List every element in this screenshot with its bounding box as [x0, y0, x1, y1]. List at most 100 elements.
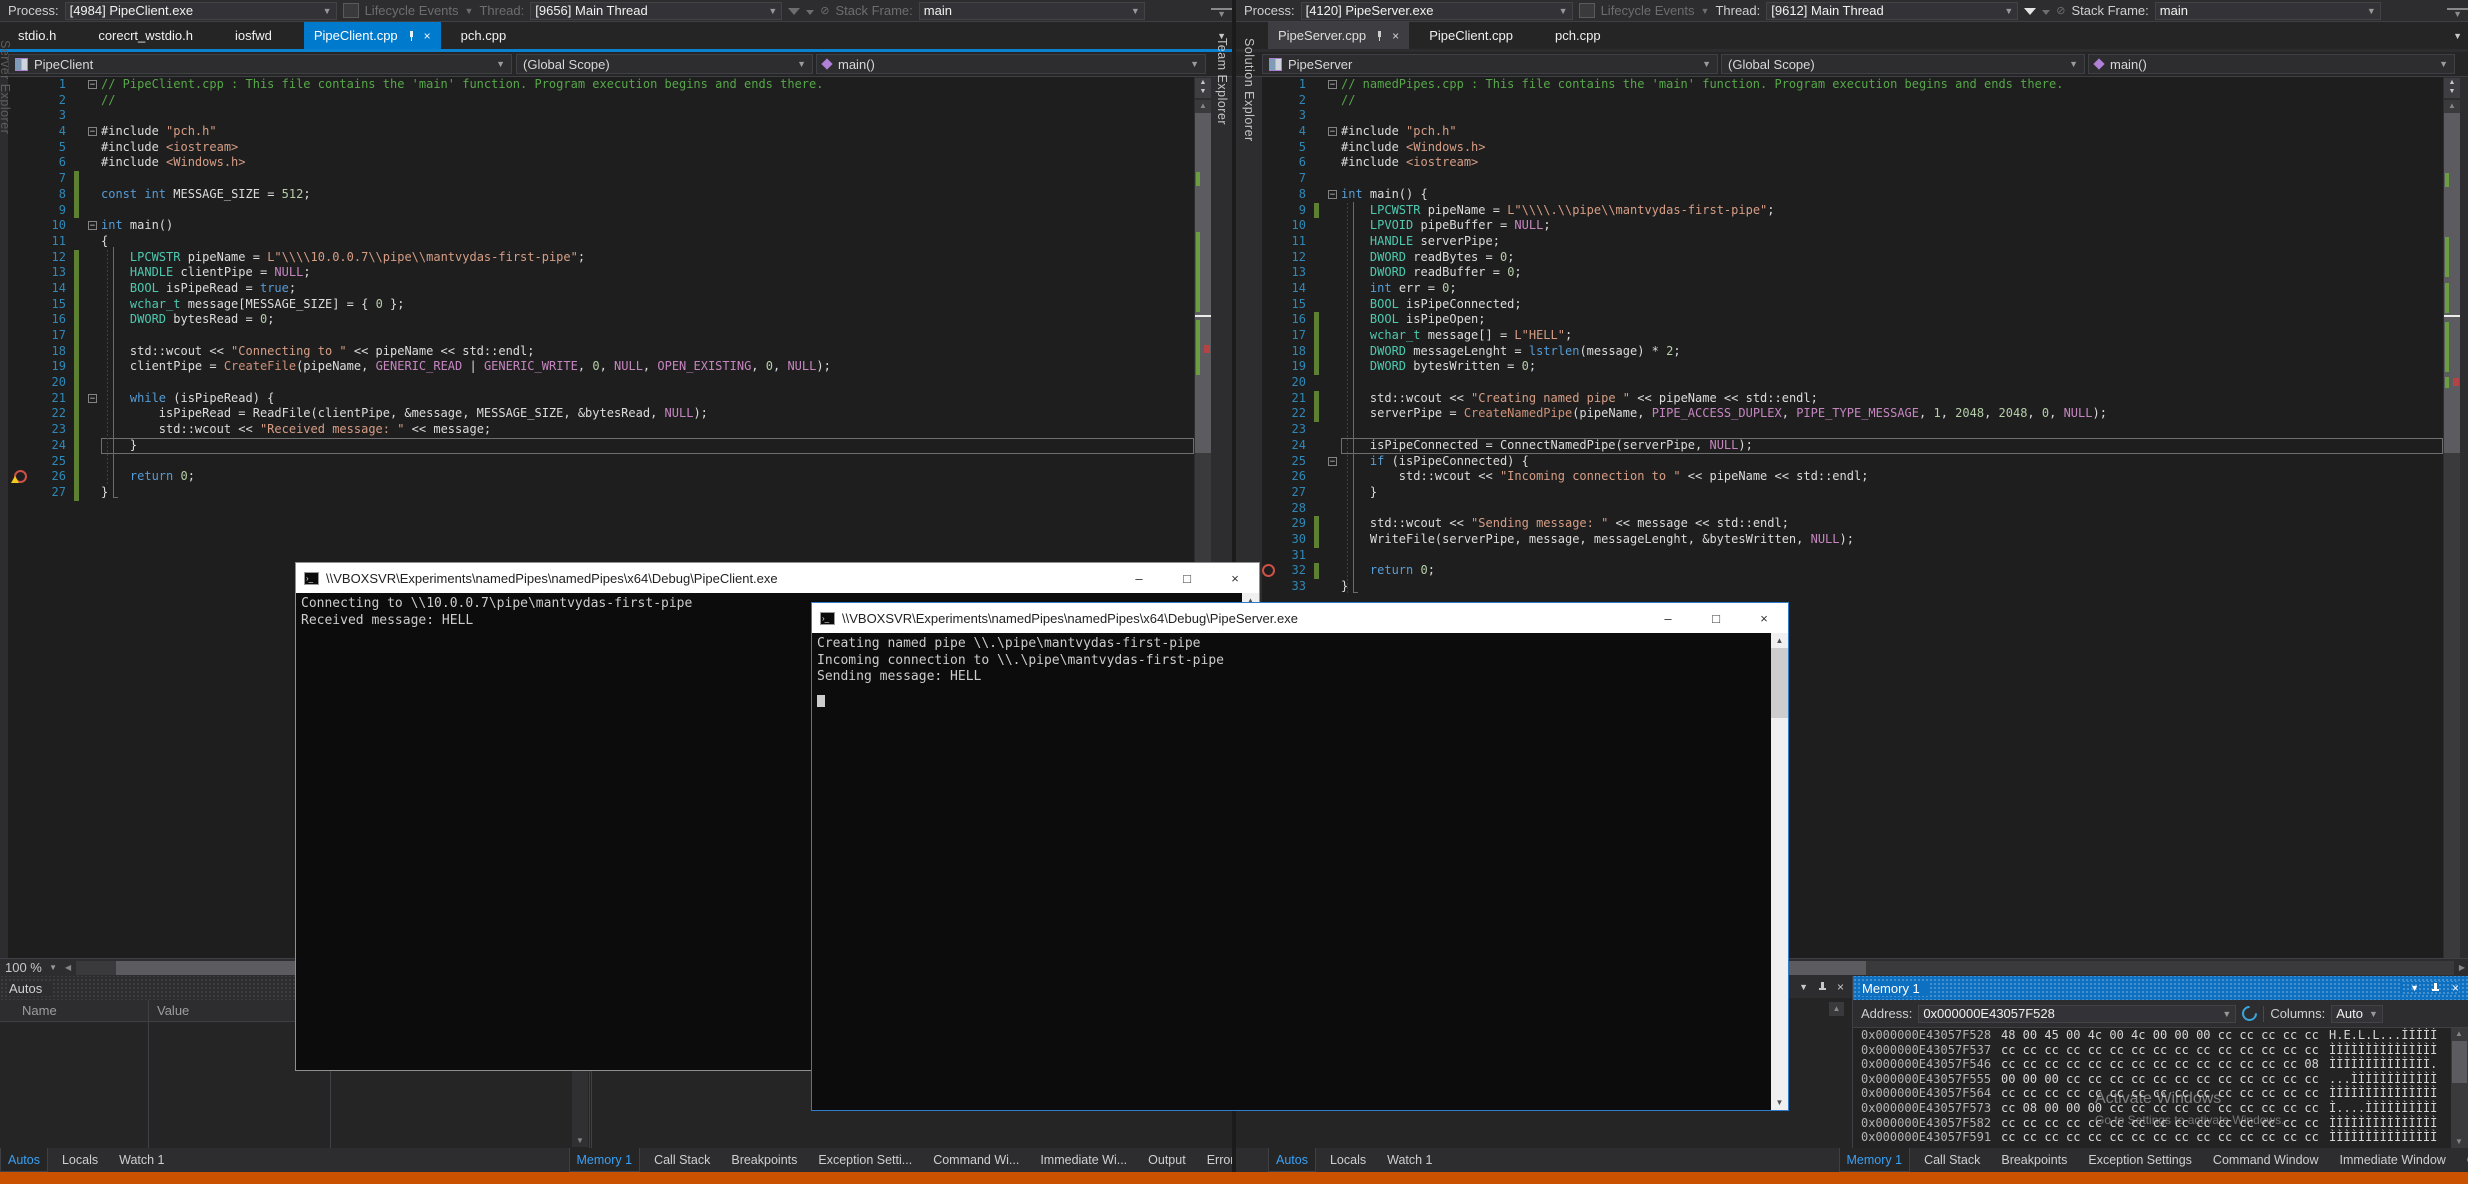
- panel-tab[interactable]: Locals: [55, 1148, 105, 1172]
- document-tab[interactable]: PipeClient.cpp×: [304, 22, 441, 49]
- panel-tab[interactable]: Call Stack: [647, 1148, 717, 1172]
- fold-toggle-icon[interactable]: −: [1328, 127, 1337, 136]
- fold-toggle-icon[interactable]: −: [88, 394, 97, 403]
- process-combo[interactable]: [4120] PipeServer.exe▼: [1301, 2, 1573, 20]
- panel-tab[interactable]: Watch 1: [1380, 1148, 1439, 1172]
- console-window-pipeserver[interactable]: ›_ \\VBOXSVR\Experiments\namedPipes\name…: [812, 603, 1788, 1110]
- stack-frame-combo[interactable]: main▼: [2155, 2, 2381, 20]
- breakpoint-icon[interactable]: [1262, 564, 1275, 577]
- panel-tab[interactable]: Immediate Window: [2333, 1148, 2453, 1172]
- scroll-up-icon[interactable]: ▲: [1829, 1002, 1844, 1016]
- column-value[interactable]: Value: [157, 1003, 189, 1018]
- panel-tab[interactable]: Command Window: [2206, 1148, 2326, 1172]
- maximize-button[interactable]: □: [1163, 563, 1211, 593]
- close-button[interactable]: ×: [1211, 563, 1259, 593]
- refresh-icon[interactable]: [2239, 1003, 2260, 1024]
- fold-toggle-icon[interactable]: −: [88, 80, 97, 89]
- split-editor-handle[interactable]: ▲▼: [2444, 78, 2460, 98]
- document-tab[interactable]: PipeServer.cpp×: [1268, 22, 1409, 49]
- panel-tab[interactable]: Breakpoints: [1994, 1148, 2074, 1172]
- fold-toggle-icon[interactable]: −: [1328, 80, 1337, 89]
- close-icon[interactable]: ×: [2452, 981, 2459, 995]
- memory-panel-header[interactable]: Memory 1 ▼ ×: [1853, 976, 2468, 1000]
- close-icon[interactable]: ×: [1837, 980, 1844, 994]
- suppress-icon[interactable]: ⊘: [2056, 4, 2065, 17]
- memory-scrollbar[interactable]: ▲ ▼: [2451, 1028, 2468, 1148]
- panel-tab[interactable]: Call Stack: [1917, 1148, 1987, 1172]
- panel-tab[interactable]: Memory 1: [1839, 1148, 1911, 1172]
- method-dropdown[interactable]: main()▼: [2088, 54, 2455, 74]
- document-tab[interactable]: pch.cpp: [1545, 22, 1611, 49]
- fold-toggle-icon[interactable]: −: [1328, 190, 1337, 199]
- sidebar-tab-solution-explorer[interactable]: Solution Explorer: [1242, 38, 1256, 142]
- console-titlebar[interactable]: ›_ \\VBOXSVR\Experiments\namedPipes\name…: [296, 563, 1259, 593]
- panel-tab[interactable]: Immediate Wi...: [1033, 1148, 1134, 1172]
- panel-menu-icon[interactable]: ▼: [1799, 982, 1808, 992]
- console-scrollbar[interactable]: ▲ ▼: [1771, 633, 1788, 1110]
- filter-threads-icon[interactable]: [2024, 3, 2036, 18]
- address-input[interactable]: 0x000000E43057F528▼: [1918, 1005, 2236, 1023]
- split-editor-handle[interactable]: ▲▼: [1195, 78, 1211, 98]
- document-tab[interactable]: corecrt_wstdio.h: [88, 22, 203, 49]
- close-button[interactable]: ×: [1740, 603, 1788, 633]
- scroll-right-icon[interactable]: ▶: [2456, 963, 2468, 972]
- panel-tab[interactable]: Autos: [1268, 1148, 1316, 1172]
- panel-tab[interactable]: Autos: [0, 1148, 48, 1172]
- pin-icon[interactable]: [1375, 31, 1384, 41]
- method-dropdown[interactable]: main()▼: [816, 54, 1206, 74]
- memory-content[interactable]: 0x000000E43057F52848 00 45 00 4c 00 4c 0…: [1853, 1028, 2451, 1148]
- panel-tab[interactable]: Error List: [1200, 1148, 1232, 1172]
- suppress-icon[interactable]: ⊘: [820, 4, 829, 17]
- maximize-button[interactable]: □: [1692, 603, 1740, 633]
- minimize-button[interactable]: –: [1644, 603, 1692, 633]
- column-divider[interactable]: [148, 1000, 149, 1148]
- close-icon[interactable]: ×: [1392, 29, 1399, 43]
- panel-tab[interactable]: Breakpoints: [724, 1148, 804, 1172]
- panel-tab[interactable]: Output: [2460, 1148, 2468, 1172]
- process-combo[interactable]: [4984] PipeClient.exe▼: [65, 2, 337, 20]
- minimize-button[interactable]: –: [1115, 563, 1163, 593]
- document-tab[interactable]: iosfwd: [225, 22, 282, 49]
- document-tab[interactable]: stdio.h: [8, 22, 66, 49]
- panel-menu-icon[interactable]: ▼: [2410, 983, 2419, 993]
- pin-icon[interactable]: [407, 31, 416, 41]
- filter-edit-icon[interactable]: [806, 3, 814, 18]
- editor-vertical-scrollbar[interactable]: ▲▼ ▲: [2443, 77, 2461, 958]
- pin-icon[interactable]: [2431, 983, 2440, 994]
- panel-tab[interactable]: Command Wi...: [926, 1148, 1026, 1172]
- panel-tab[interactable]: Exception Setti...: [811, 1148, 919, 1172]
- columns-select[interactable]: Auto▼: [2331, 1005, 2383, 1023]
- fold-toggle-icon[interactable]: −: [88, 127, 97, 136]
- fold-toggle-icon[interactable]: −: [88, 221, 97, 230]
- toolbar-overflow-icon[interactable]: ▼: [1211, 8, 1232, 20]
- tab-list-dropdown-icon[interactable]: ▼: [2453, 31, 2462, 41]
- chevron-down-icon[interactable]: ▼: [1701, 6, 1710, 16]
- chevron-down-icon[interactable]: ▼: [465, 6, 474, 16]
- project-dropdown[interactable]: PipeServer▼: [1262, 54, 1718, 74]
- pin-icon[interactable]: [1818, 982, 1827, 993]
- project-dropdown[interactable]: PipeClient▼: [8, 54, 512, 74]
- panel-tab[interactable]: Watch 1: [112, 1148, 171, 1172]
- toolbar-overflow-icon[interactable]: ▼: [2447, 8, 2468, 20]
- close-icon[interactable]: ×: [424, 29, 431, 43]
- console-titlebar[interactable]: ›_ \\VBOXSVR\Experiments\namedPipes\name…: [812, 603, 1788, 633]
- panel-tab[interactable]: Exception Settings: [2081, 1148, 2199, 1172]
- scroll-left-icon[interactable]: ◀: [62, 963, 74, 972]
- scope-dropdown[interactable]: (Global Scope)▼: [1721, 54, 2085, 74]
- thread-combo[interactable]: [9656] Main Thread▼: [530, 2, 782, 20]
- filter-edit-icon[interactable]: [2042, 3, 2050, 18]
- fold-toggle-icon[interactable]: −: [1328, 457, 1337, 466]
- panel-tab[interactable]: Memory 1: [569, 1148, 641, 1172]
- zoom-level-select[interactable]: 100 %▼: [0, 960, 62, 976]
- panel-tab[interactable]: Locals: [1323, 1148, 1373, 1172]
- document-tab[interactable]: PipeClient.cpp: [1419, 22, 1523, 49]
- filter-threads-icon[interactable]: [788, 3, 800, 18]
- document-tab[interactable]: pch.cpp: [451, 22, 517, 49]
- sidebar-tab-team-explorer[interactable]: Team Explorer: [1215, 38, 1229, 125]
- scope-dropdown[interactable]: (Global Scope)▼: [516, 54, 813, 74]
- thread-combo[interactable]: [9612] Main Thread▼: [1766, 2, 2018, 20]
- sidebar-tab-server-explorer[interactable]: Server Explorer: [0, 40, 12, 134]
- column-name[interactable]: Name: [22, 1003, 57, 1018]
- stack-frame-combo[interactable]: main▼: [919, 2, 1145, 20]
- panel-tab[interactable]: Output: [1141, 1148, 1193, 1172]
